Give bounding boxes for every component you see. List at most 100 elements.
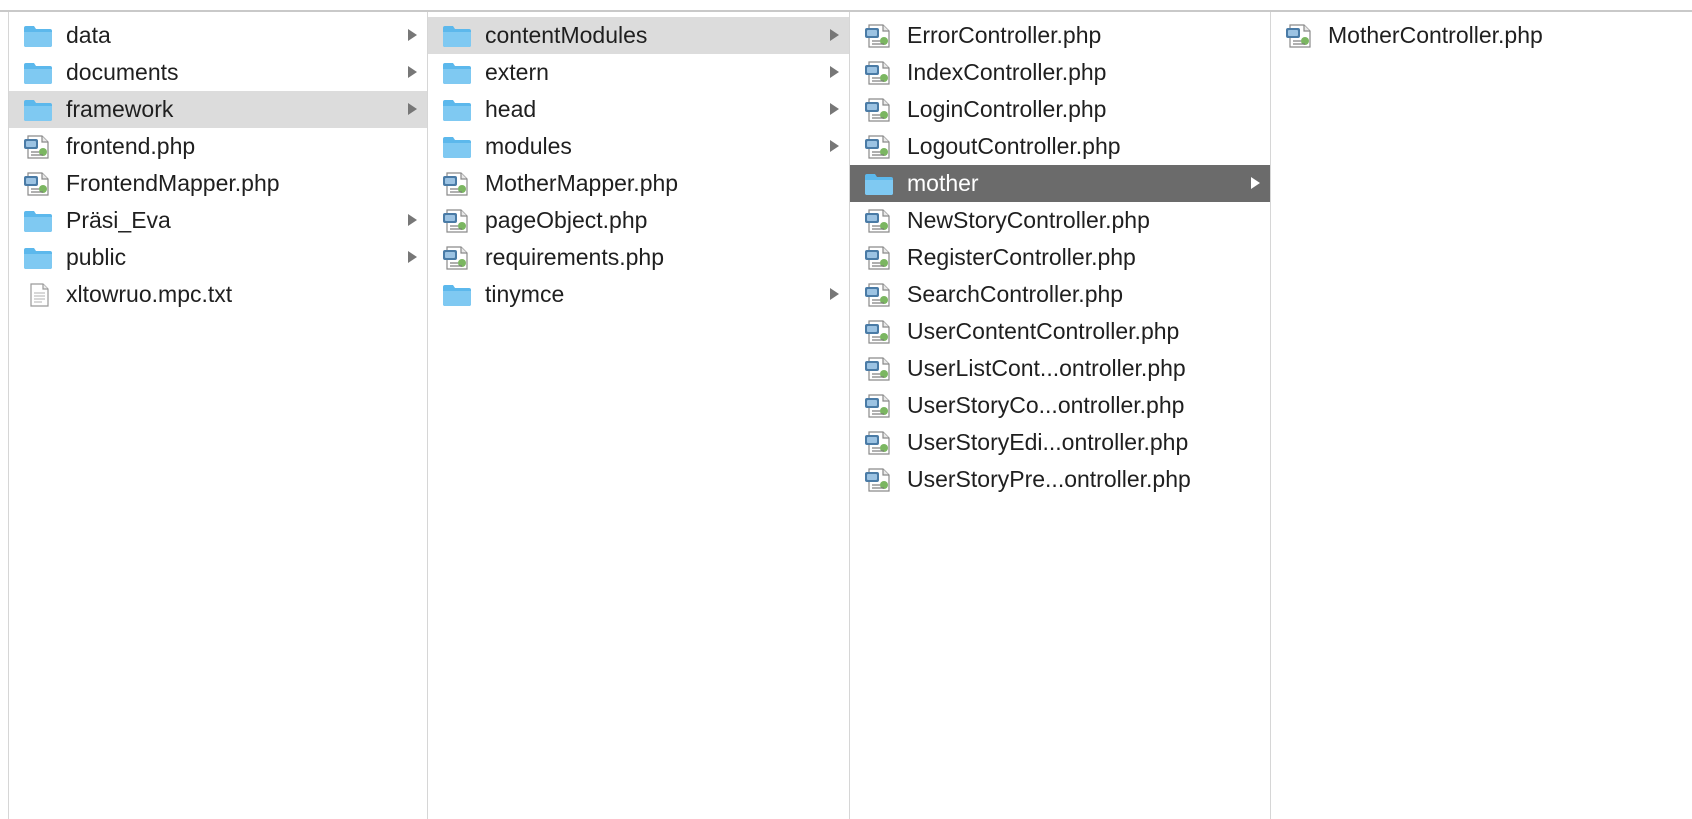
item-label: NewStoryController.php bbox=[907, 207, 1150, 233]
disclosure-arrow-icon bbox=[408, 66, 417, 78]
php-file-icon bbox=[864, 209, 894, 233]
disclosure-arrow-icon bbox=[408, 214, 417, 226]
folder-item-pr-si-eva[interactable]: Präsi_Eva bbox=[9, 202, 427, 239]
item-label: FrontendMapper.php bbox=[66, 170, 280, 196]
php-file-icon bbox=[23, 172, 53, 196]
item-label: documents bbox=[66, 59, 179, 85]
folder-icon bbox=[442, 283, 472, 307]
folder-item-head[interactable]: head bbox=[428, 91, 849, 128]
folder-item-mother[interactable]: mother bbox=[850, 165, 1270, 202]
php-file-icon bbox=[442, 246, 472, 270]
item-label: mother bbox=[907, 170, 979, 196]
disclosure-arrow-icon bbox=[408, 29, 417, 41]
file-item-mothercontroller-php[interactable]: MotherController.php bbox=[1271, 17, 1692, 54]
folder-icon bbox=[23, 61, 53, 85]
column-2[interactable]: contentModules extern head modules MotherMap… bbox=[428, 12, 850, 819]
item-label: IndexController.php bbox=[907, 59, 1107, 85]
column-3-list: ErrorController.php IndexController.php Lo… bbox=[850, 12, 1270, 498]
folder-item-documents[interactable]: documents bbox=[9, 54, 427, 91]
column-1-list: data documents framework frontend.php Fronte… bbox=[9, 12, 427, 313]
php-file-icon bbox=[864, 283, 894, 307]
file-item-xltowruo-mpc-txt[interactable]: xltowruo.mpc.txt bbox=[9, 276, 427, 313]
folder-item-modules[interactable]: modules bbox=[428, 128, 849, 165]
item-label: xltowruo.mpc.txt bbox=[66, 281, 233, 307]
text-file-icon bbox=[23, 283, 53, 307]
column-3[interactable]: ErrorController.php IndexController.php Lo… bbox=[850, 12, 1271, 819]
file-item-indexcontroller-php[interactable]: IndexController.php bbox=[850, 54, 1270, 91]
php-file-icon bbox=[864, 61, 894, 85]
php-file-icon bbox=[442, 172, 472, 196]
item-label: MotherMapper.php bbox=[485, 170, 679, 196]
column-4[interactable]: MotherController.php bbox=[1271, 12, 1692, 819]
item-label: contentModules bbox=[485, 22, 648, 48]
column-4-list: MotherController.php bbox=[1271, 12, 1692, 54]
folder-icon bbox=[442, 98, 472, 122]
disclosure-arrow-icon bbox=[830, 29, 839, 41]
item-label: modules bbox=[485, 133, 572, 159]
item-label: ErrorController.php bbox=[907, 22, 1102, 48]
file-item-searchcontroller-php[interactable]: SearchController.php bbox=[850, 276, 1270, 313]
php-file-icon bbox=[864, 246, 894, 270]
file-item-newstorycontroller-php[interactable]: NewStoryController.php bbox=[850, 202, 1270, 239]
php-file-icon bbox=[864, 320, 894, 344]
disclosure-arrow-icon bbox=[408, 103, 417, 115]
item-label: UserStoryEdi...ontroller.php bbox=[907, 429, 1189, 455]
file-item-logincontroller-php[interactable]: LoginController.php bbox=[850, 91, 1270, 128]
item-label: UserListCont...ontroller.php bbox=[907, 355, 1186, 381]
folder-item-tinymce[interactable]: tinymce bbox=[428, 276, 849, 313]
item-label: head bbox=[485, 96, 537, 122]
php-file-icon bbox=[864, 394, 894, 418]
item-label: UserStoryPre...ontroller.php bbox=[907, 466, 1191, 492]
php-file-icon bbox=[864, 98, 894, 122]
folder-icon bbox=[442, 135, 472, 159]
item-label: MotherController.php bbox=[1328, 22, 1543, 48]
file-item-usercontentcontroller-php[interactable]: UserContentController.php bbox=[850, 313, 1270, 350]
folder-item-contentmodules[interactable]: contentModules bbox=[428, 17, 849, 54]
php-file-icon bbox=[864, 431, 894, 455]
php-file-icon bbox=[1285, 24, 1315, 48]
disclosure-arrow-icon bbox=[408, 251, 417, 263]
column-1[interactable]: data documents framework frontend.php Fronte… bbox=[8, 12, 428, 819]
item-label: UserContentController.php bbox=[907, 318, 1180, 344]
file-item-errorcontroller-php[interactable]: ErrorController.php bbox=[850, 17, 1270, 54]
file-item-requirements-php[interactable]: requirements.php bbox=[428, 239, 849, 276]
item-label: LoginController.php bbox=[907, 96, 1107, 122]
item-label: extern bbox=[485, 59, 549, 85]
file-item-mothermapper-php[interactable]: MotherMapper.php bbox=[428, 165, 849, 202]
item-label: framework bbox=[66, 96, 174, 122]
folder-item-data[interactable]: data bbox=[9, 17, 427, 54]
file-item-frontend-php[interactable]: frontend.php bbox=[9, 128, 427, 165]
item-label: RegisterController.php bbox=[907, 244, 1136, 270]
item-label: data bbox=[66, 22, 111, 48]
php-file-icon bbox=[864, 357, 894, 381]
folder-icon bbox=[23, 98, 53, 122]
folder-item-public[interactable]: public bbox=[9, 239, 427, 276]
item-label: tinymce bbox=[485, 281, 565, 307]
folder-icon bbox=[442, 24, 472, 48]
file-item-pageobject-php[interactable]: pageObject.php bbox=[428, 202, 849, 239]
file-item-userstoryedi-ontroller-php[interactable]: UserStoryEdi...ontroller.php bbox=[850, 424, 1270, 461]
item-label: requirements.php bbox=[485, 244, 664, 270]
file-item-registercontroller-php[interactable]: RegisterController.php bbox=[850, 239, 1270, 276]
php-file-icon bbox=[864, 24, 894, 48]
item-label: pageObject.php bbox=[485, 207, 648, 233]
folder-item-extern[interactable]: extern bbox=[428, 54, 849, 91]
folder-icon bbox=[23, 209, 53, 233]
file-item-userstoryco-ontroller-php[interactable]: UserStoryCo...ontroller.php bbox=[850, 387, 1270, 424]
folder-icon bbox=[23, 24, 53, 48]
column-view-file-browser: data documents framework frontend.php Fronte… bbox=[0, 0, 1692, 819]
file-item-logoutcontroller-php[interactable]: LogoutController.php bbox=[850, 128, 1270, 165]
column-2-list: contentModules extern head modules MotherMap… bbox=[428, 12, 849, 313]
php-file-icon bbox=[23, 135, 53, 159]
folder-item-framework[interactable]: framework bbox=[9, 91, 427, 128]
file-item-userstorypre-ontroller-php[interactable]: UserStoryPre...ontroller.php bbox=[850, 461, 1270, 498]
disclosure-arrow-icon bbox=[830, 288, 839, 300]
php-file-icon bbox=[864, 135, 894, 159]
item-label: Präsi_Eva bbox=[66, 207, 171, 233]
item-label: public bbox=[66, 244, 127, 270]
disclosure-arrow-icon bbox=[830, 103, 839, 115]
folder-icon bbox=[864, 172, 894, 196]
file-item-userlistcont-ontroller-php[interactable]: UserListCont...ontroller.php bbox=[850, 350, 1270, 387]
file-item-frontendmapper-php[interactable]: FrontendMapper.php bbox=[9, 165, 427, 202]
php-file-icon bbox=[442, 209, 472, 233]
